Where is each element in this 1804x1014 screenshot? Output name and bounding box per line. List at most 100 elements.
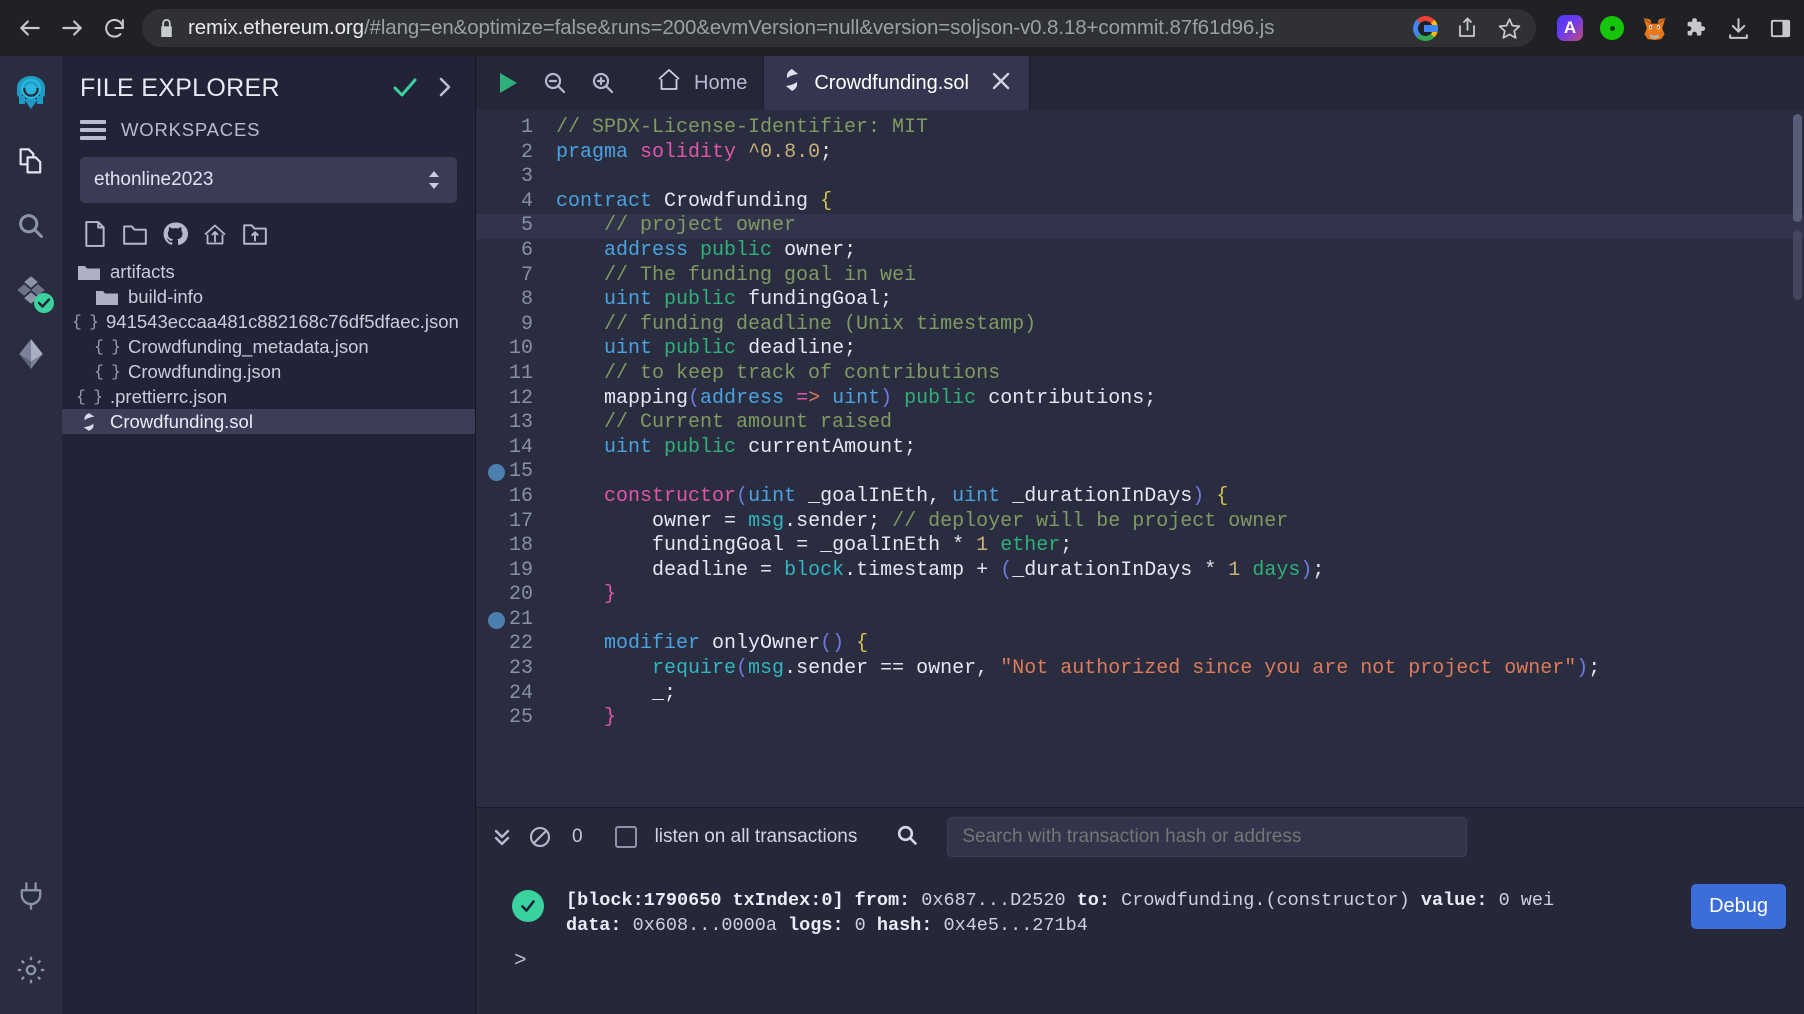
create-new-folder-button[interactable] [122, 221, 148, 247]
code-line[interactable]: 16 constructor(uint _goalInEth, uint _du… [476, 485, 1804, 510]
code-line[interactable]: 20 } [476, 583, 1804, 608]
extensions-bar: A [1540, 14, 1794, 42]
file-tree-item[interactable]: Crowdfunding.sol [62, 409, 475, 434]
code-line[interactable]: 14 uint public currentAmount; [476, 436, 1804, 461]
zoom-in-icon [592, 72, 614, 94]
search-input[interactable] [962, 826, 1453, 848]
metamask-fox-icon[interactable] [1640, 14, 1668, 42]
terminal-prompt[interactable]: > [476, 938, 1804, 973]
line-number: 4 [520, 189, 533, 213]
code-line[interactable]: 9 // funding deadline (Unix timestamp) [476, 313, 1804, 338]
file-explorer-header-actions [393, 76, 457, 102]
debug-button[interactable]: Debug [1691, 884, 1786, 929]
code-line[interactable]: 3 [476, 165, 1804, 190]
create-new-file-button[interactable] [82, 221, 108, 247]
file-tree-item-label: .prettierrc.json [110, 385, 228, 407]
google-logo-icon[interactable] [1412, 15, 1438, 41]
file-tree-item-label: 941543eccaa481c882168c76df5dfaec.json [106, 310, 459, 332]
sidebar-item-search[interactable] [9, 204, 53, 248]
line-number: 13 [508, 411, 533, 435]
code-line[interactable]: 12 mapping(address => uint) public contr… [476, 387, 1804, 412]
extensions-puzzle-icon[interactable] [1682, 14, 1710, 42]
side-panel-icon[interactable] [1766, 14, 1794, 42]
transaction-search-box[interactable] [947, 817, 1468, 857]
bookmark-star-icon[interactable] [1496, 15, 1522, 41]
code-editor[interactable]: 1// SPDX-License-Identifier: MIT 2 pragma … [476, 110, 1804, 807]
code-line[interactable]: 15 [476, 460, 1804, 485]
new-folder-icon [123, 225, 147, 245]
listen-on-all-transactions-checkbox[interactable] [614, 826, 637, 848]
code-line[interactable]: 18 fundingGoal = _goalInEth * 1 ether; [476, 534, 1804, 559]
code-line[interactable]: 21 [476, 608, 1804, 633]
json-file-icon: { } [76, 387, 103, 406]
editor-column: Home Crowdfunding.sol 1// SPDX-License-I… [476, 56, 1804, 1014]
downloads-icon[interactable] [1724, 14, 1752, 42]
url-path: /#lang=en&optimize=false&runs=200&evmVer… [363, 16, 1275, 39]
line-number: 14 [508, 435, 533, 459]
editor-minimap-thumb[interactable] [1793, 230, 1802, 300]
code-line[interactable]: 17 owner = msg.sender; // deployer will … [476, 510, 1804, 535]
code-line[interactable]: 7 // The funding goal in wei [476, 264, 1804, 289]
upload-folder-button[interactable] [242, 221, 268, 247]
code-line[interactable]: 23 require(msg.sender == owner, "Not aut… [476, 657, 1804, 682]
sidebar-item-plugin-manager[interactable] [9, 874, 53, 918]
transaction-log-entry[interactable]: [block:1790650 txIndex:0] from: 0x687...… [476, 888, 1804, 938]
sidebar-item-deploy-run[interactable] [9, 332, 53, 376]
run-script-button[interactable] [494, 70, 520, 96]
line-number: 5 [520, 214, 533, 238]
code-line[interactable]: 22 modifier onlyOwner() { [476, 632, 1804, 657]
green-record-extension-icon[interactable] [1598, 14, 1626, 42]
file-tree-item[interactable]: { } .prettierrc.json [62, 384, 475, 409]
json-file-icon: { } [94, 337, 121, 356]
tab-home[interactable]: Home [638, 56, 765, 110]
code-line[interactable]: 10 uint public deadline; [476, 337, 1804, 362]
code-line[interactable]: 19 deadline = block.timestamp + (_durati… [476, 559, 1804, 584]
hamburger-icon[interactable] [80, 120, 106, 140]
reload-button[interactable] [94, 8, 134, 48]
chevron-right-icon[interactable] [437, 76, 453, 102]
code-line[interactable]: 4 contract Crowdfunding { [476, 190, 1804, 215]
code-content[interactable]: 1// SPDX-License-Identifier: MIT 2 pragma … [476, 116, 1804, 731]
sidebar-item-file-explorer[interactable] [9, 140, 53, 184]
code-line[interactable]: 11 // to keep track of contributions [476, 362, 1804, 387]
transaction-log-line-2: data: 0x608...0000a logs: 0 hash: 0x4e5.… [566, 915, 1088, 936]
clone-git-repository-button[interactable] [162, 221, 188, 247]
tab-crowdfunding-sol[interactable]: Crowdfunding.sol [764, 56, 1030, 110]
file-tree-item[interactable]: { } Crowdfunding.json [62, 359, 475, 384]
file-tree-item[interactable]: build-info [62, 284, 475, 309]
file-tree-item-label: Crowdfunding_metadata.json [128, 335, 369, 357]
code-line[interactable]: 25 } [476, 706, 1804, 731]
code-line[interactable]: 2 pragma solidity ^0.8.0; [476, 141, 1804, 166]
double-chevron-down-icon[interactable] [490, 825, 514, 849]
solidity-icon [782, 68, 802, 98]
back-button[interactable] [10, 8, 50, 48]
check-icon[interactable] [393, 77, 417, 101]
rail-bottom-group [0, 874, 62, 992]
file-tree-item[interactable]: { } 941543eccaa481c882168c76df5dfaec.json [62, 309, 475, 334]
clear-console-button[interactable] [528, 825, 552, 849]
share-icon[interactable] [1454, 15, 1480, 41]
line-number: 25 [508, 706, 533, 730]
address-bar[interactable]: remix.ethereum.org/#lang=en&optimize=fal… [142, 9, 1536, 47]
code-line[interactable]: 6 address public owner; [476, 239, 1804, 264]
close-icon[interactable] [989, 69, 1013, 98]
publish-to-gist-button[interactable] [202, 221, 228, 247]
code-line[interactable]: 5 // project owner [476, 214, 1804, 239]
forward-button[interactable] [52, 8, 92, 48]
code-line[interactable]: 24 _; [476, 682, 1804, 707]
code-line[interactable]: 1// SPDX-License-Identifier: MIT [476, 116, 1804, 141]
zoom-out-button[interactable] [542, 70, 568, 96]
remix-logo-icon[interactable] [9, 70, 53, 114]
anchor-a-extension-icon[interactable]: A [1556, 14, 1584, 42]
file-tree-item[interactable]: { } Crowdfunding_metadata.json [62, 334, 475, 359]
code-line[interactable]: 8 uint public fundingGoal; [476, 288, 1804, 313]
code-line[interactable]: 13 // Current amount raised [476, 411, 1804, 436]
file-tree-item[interactable]: artifacts [62, 259, 475, 284]
line-number: 20 [508, 583, 533, 607]
sidebar-item-settings[interactable] [9, 948, 53, 992]
zoom-in-button[interactable] [590, 70, 616, 96]
breakpoint-marker[interactable] [488, 612, 505, 629]
editor-scrollbar-thumb[interactable] [1793, 114, 1802, 222]
sidebar-item-solidity-compiler[interactable] [9, 268, 54, 313]
workspace-select[interactable]: ethonline2023 [80, 157, 457, 203]
